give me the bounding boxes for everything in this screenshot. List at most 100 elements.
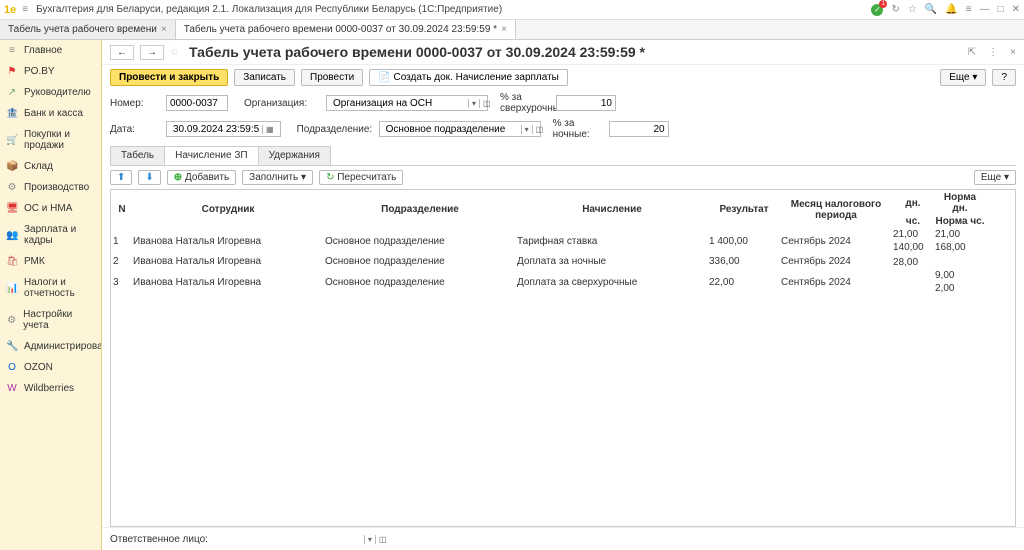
recalc-button[interactable]: ↻ Пересчитать [319,170,403,185]
col-employee[interactable]: Сотрудник [133,192,323,227]
table-more-button[interactable]: Еще ▾ [974,170,1016,185]
col-norm-chc[interactable]: Норма чс. [935,216,985,227]
col-dept[interactable]: Подразделение [325,192,515,227]
col-dn[interactable]: дн. [893,192,933,214]
dept-input[interactable] [383,122,521,136]
search-icon[interactable]: 🔍 [925,4,937,15]
sidebar-item-8[interactable]: 👥Зарплата и кадры [0,219,101,251]
sidebar-item-1[interactable]: ⚑PO.BY [0,61,101,82]
move-up-button[interactable]: ⬆ [110,170,132,185]
number-input[interactable] [166,95,228,111]
sidebar-label: Администрирование [24,341,102,352]
table-more-label: Еще [981,172,1001,183]
more-label: Еще [949,72,969,83]
create-doc-button[interactable]: 📄 Создать док. Начисление зарплаты [369,69,568,86]
favorite-icon[interactable]: ☆ [908,4,917,15]
sidebar-item-3[interactable]: 🏦 Банк и касса [0,103,101,124]
col-period[interactable]: Месяц налогового периода [781,192,891,227]
sidebar-item-13[interactable]: OOZON [0,357,101,378]
app-tab-1[interactable]: Табель учета рабочего времени 0000-0037 … [176,20,516,39]
sidebar: ≡ Главное ⚑PO.BY↗Руководителю 🏦 Банк и касса… [0,40,102,550]
table-row[interactable]: 1Иванова Наталья ИгоревнаОсновное подраз… [113,229,985,240]
post-and-close-button[interactable]: Провести и закрыть [110,69,228,86]
sidebar-item-2[interactable]: ↗Руководителю [0,82,101,103]
dropdown-icon[interactable]: ▾ [364,535,375,544]
sidebar-item-5[interactable]: 📦Склад [0,156,101,177]
open-icon[interactable]: ◫ [375,535,390,544]
table-row[interactable]: 3Иванова Наталья ИгоревнаОсновное подраз… [113,270,985,281]
tab-close-icon[interactable]: × [501,24,507,35]
subtab-deduction[interactable]: Удержания [258,146,331,165]
recalc-label: Пересчитать [337,172,396,183]
dropdown-icon[interactable]: ▾ [521,125,532,134]
back-button[interactable]: ← [110,45,134,60]
sidebar-icon: W [6,383,18,394]
notification-badge[interactable]: ✓ [871,4,883,16]
more-button[interactable]: Еще ▾ [940,69,986,86]
sidebar-label: Банк и касса [24,108,83,119]
sidebar-label: Главное [24,45,62,56]
open-icon[interactable]: ◫ [532,125,547,134]
save-button[interactable]: Записать [234,69,295,86]
add-row-button[interactable]: ⊕ Добавить [167,170,236,185]
sidebar-icon: ↗ [6,87,18,98]
forward-button[interactable]: → [140,45,164,60]
create-doc-label: Создать док. Начисление зарплаты [393,72,558,83]
dept-combo[interactable]: ▾◫ [379,121,541,137]
sidebar-item-4[interactable]: 🛒Покупки и продажи [0,124,101,156]
bell-icon[interactable]: 🔔 [945,4,957,15]
responsible-input[interactable] [214,532,364,546]
app-tab-label: Табель учета рабочего времени 0000-0037 … [184,24,497,35]
sidebar-icon: 👥 [6,230,18,241]
date-combo[interactable]: ▦ [166,121,281,137]
sidebar-item-12[interactable]: 🔧Администрирование [0,336,101,357]
pct-night-input[interactable] [609,121,669,137]
help-button[interactable]: ? [992,69,1016,86]
calendar-icon[interactable]: ▦ [262,125,277,134]
post-button[interactable]: Провести [301,69,363,86]
date-input[interactable] [170,122,262,136]
tab-close-icon[interactable]: × [161,24,167,35]
subtab-tabel[interactable]: Табель [110,146,165,165]
sidebar-item-0[interactable]: ≡ Главное [0,40,101,61]
open-icon[interactable]: ◫ [479,99,494,108]
org-combo[interactable]: ▾◫ [326,95,488,111]
responsible-combo[interactable]: ▾◫ [214,532,390,546]
sidebar-icon: ≡ [6,45,18,56]
number-label: Номер: [110,98,162,109]
sidebar-item-14[interactable]: WWildberries [0,378,101,399]
sidebar-item-10[interactable]: 📊Налоги и отчетность [0,272,101,304]
pct-night-label: % за ночные: [553,118,605,140]
col-norm-dn[interactable]: Норма дн. [935,192,985,214]
more-icon[interactable]: ⋮ [988,47,998,58]
minimize-icon[interactable]: — [980,4,990,15]
col-result[interactable]: Результат [709,192,779,227]
subtab-accrual[interactable]: Начисление ЗП [164,146,258,165]
menu2-icon[interactable]: ≡ [966,4,972,15]
pct-over-input[interactable] [556,95,616,111]
close-doc-icon[interactable]: × [1010,47,1016,58]
fill-button[interactable]: Заполнить ▾ [242,170,313,185]
close-icon[interactable]: ✕ [1012,4,1020,15]
org-input[interactable] [330,96,468,110]
sidebar-item-9[interactable]: 🛍РМК [0,251,101,272]
col-n[interactable]: N [113,192,131,227]
col-accrual[interactable]: Начисление [517,192,707,227]
link-icon[interactable]: ⇱ [968,47,976,58]
star-icon[interactable]: ☆ [170,47,179,58]
dropdown-icon[interactable]: ▾ [468,99,479,108]
move-down-button[interactable]: ⬇ [138,170,160,185]
sidebar-item-11[interactable]: ⚙Настройки учета [0,304,101,336]
sidebar-icon: 🏦 [6,108,18,119]
history-icon[interactable]: ↻ [891,4,899,15]
pct-over-label: % за сверхурочные: [500,92,552,114]
app-tab-0[interactable]: Табель учета рабочего времени× [0,20,176,39]
maximize-icon[interactable]: □ [998,4,1004,15]
sidebar-item-6[interactable]: ⚙Производство [0,177,101,198]
col-chc[interactable]: чс. [893,216,933,227]
sidebar-item-7[interactable]: 🖥ОС и НМА [0,198,101,219]
sidebar-label: Покупки и продажи [24,129,95,151]
sidebar-label: ОС и НМА [24,203,72,214]
date-label: Дата: [110,124,162,135]
menu-icon[interactable]: ≡ [22,4,28,15]
